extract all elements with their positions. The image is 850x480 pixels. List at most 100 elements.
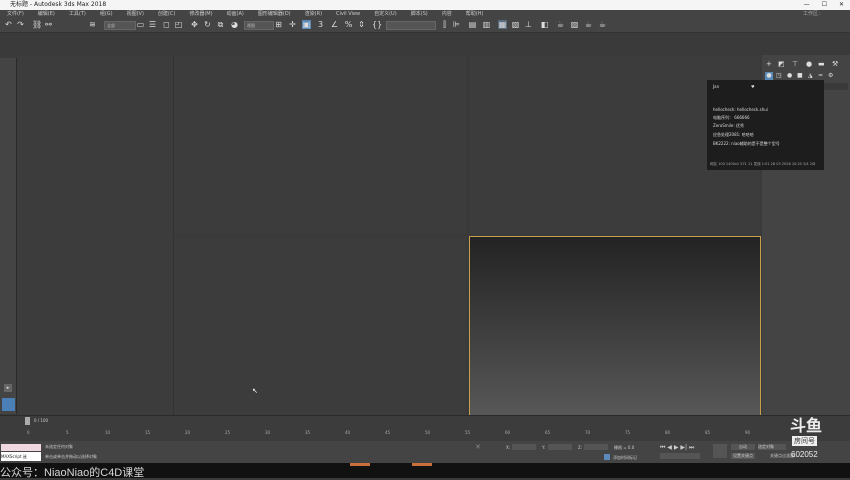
named-selection-dropdown[interactable] [386,21,436,30]
hierarchy-tab-icon[interactable]: ⊤ [792,60,798,68]
tick-label: 30 [265,430,271,435]
y-coord-field[interactable] [548,444,572,450]
create-tab-icon[interactable]: + [766,60,772,68]
douyu-logo: 斗鱼 房间号 [788,412,836,452]
scale-icon[interactable]: ⧉ [216,20,225,29]
spacewarps-icon[interactable]: ≈ [818,72,823,79]
current-frame-field[interactable] [660,453,700,459]
unlink-icon[interactable]: ⚯ [44,20,53,29]
motion-tab-icon[interactable]: ● [806,60,812,68]
layer-explorer-icon[interactable]: ▥ [482,20,491,29]
menu-modifiers[interactable]: 修改器(M) [182,10,219,18]
material-editor-icon[interactable]: ◧ [540,20,549,29]
mirror-icon[interactable]: ⫿ [440,20,449,29]
render-production-icon[interactable]: ☕ [584,20,593,29]
menu-create[interactable]: 创建(C) [151,10,182,18]
select-object-icon[interactable]: ▭ [136,20,145,29]
time-slider-handle[interactable] [25,417,30,425]
viewport-layout-icon[interactable] [2,398,15,411]
menu-graph-editors[interactable]: 图形编辑器(D) [251,10,298,18]
time-tag-icon[interactable] [604,454,610,460]
bind-spacewarp-icon[interactable]: ≋ [88,20,97,29]
menu-edit[interactable]: 编辑(E) [31,10,62,18]
angle-snap-icon[interactable]: ∠ [330,20,339,29]
menu-content[interactable]: 内容 [435,10,459,18]
z-coord-field[interactable] [584,444,608,450]
schematic-view-icon[interactable]: ⊥ [524,20,533,29]
minimize-button[interactable]: — [804,0,810,10]
frame-counter: 0 / 100 [34,418,49,423]
move-icon[interactable]: ✥ [190,20,199,29]
brand-name: 斗鱼 [790,418,823,435]
window-crossing-icon[interactable]: ◰ [174,20,183,29]
selected-dropdown[interactable]: 选定对象 [758,444,786,450]
maximize-button[interactable]: ☐ [822,0,827,10]
viewport-perspective[interactable] [469,236,761,416]
tick-label: 70 [585,430,591,435]
chat-line: BK2222: niao辅助的是不是整个型号 [713,141,780,146]
auto-key-button[interactable]: 自动 [731,444,755,450]
link-icon[interactable]: ⛓ [32,20,42,29]
snaps-toggle-icon[interactable]: 3 [316,20,325,29]
utilities-tab-icon[interactable]: ⚒ [832,60,838,68]
geometry-icon[interactable]: ● [765,72,773,80]
playback-controls[interactable]: ⏮ ◀ ▶ ▶| ⏭ [660,444,694,452]
rotate-icon[interactable]: ↻ [203,20,212,29]
curve-editor-icon[interactable]: ▧ [511,20,520,29]
viewport-top[interactable] [174,55,466,234]
menu-views[interactable]: 视图(V) [120,10,151,18]
place-icon[interactable]: ◕ [230,20,239,29]
pivot-icon[interactable]: ⊞ [274,20,283,29]
menu-file[interactable]: 文件(F) [0,10,31,18]
viewport-layout-bar: ▸ [0,58,17,414]
modify-tab-icon[interactable]: ◩ [778,60,785,68]
percent-snap-icon[interactable]: % [344,20,353,29]
named-selection-icon[interactable]: {} [372,20,382,29]
tick-label: 35 [305,430,311,435]
display-tab-icon[interactable]: ▬ [818,60,825,68]
menu-scripting[interactable]: 脚本(S) [404,10,435,18]
select-by-name-icon[interactable]: ☰ [148,20,157,29]
menu-group[interactable]: 组(G) [93,10,120,18]
menu-tools[interactable]: 工具(T) [62,10,93,18]
render-setup-icon[interactable]: ☕ [556,20,565,29]
rendered-frame-icon[interactable]: ▨ [570,20,579,29]
maxscript-listener[interactable] [1,444,41,451]
scene-explorer-icon[interactable]: ▤ [468,20,477,29]
redo-icon[interactable]: ↷ [16,20,25,29]
menu-help[interactable]: 帮助(H) [459,10,491,18]
rect-selection-icon[interactable]: ◻ [162,20,171,29]
viewport-left[interactable]: ↖ [174,237,466,415]
x-coord-field[interactable] [512,444,536,450]
close-button[interactable]: ✕ [839,0,844,10]
menu-civil-view[interactable]: Civil View [329,10,367,18]
cameras-icon[interactable]: ■ [797,72,803,79]
tick-label: 10 [105,430,111,435]
menu-animation[interactable]: 动画(A) [220,10,251,18]
align-icon[interactable]: ⊫ [452,20,461,29]
selection-filter-dropdown[interactable]: 全部 [104,21,136,30]
overlay-footer: 网友 100 1400x1 571 11 发烧 1:01 28 03 2026 … [710,162,816,166]
mouse-cursor-icon: ↖ [252,387,258,395]
add-time-tag[interactable]: 添加时间标记 [613,455,637,461]
set-key-icon[interactable] [713,444,727,458]
shapes-icon[interactable]: ◳ [776,72,782,79]
menu-customize[interactable]: 自定义(U) [367,10,404,18]
render-iterative-icon[interactable]: ☕ [598,20,607,29]
select-manipulate-icon[interactable]: ✛ [288,20,297,29]
undo-icon[interactable]: ↶ [4,20,13,29]
expand-arrow-icon[interactable]: ▸ [4,384,12,392]
ribbon-toggle-icon[interactable]: ▦ [498,20,507,29]
keyboard-shortcut-icon[interactable]: ▣ [302,20,311,29]
maxscript-input[interactable]: MAXScript 迷 [1,452,41,461]
reference-coord-dropdown[interactable]: 视图 [244,21,274,30]
tick-label: 25 [225,430,231,435]
isolate-icon[interactable]: ✕ [475,443,481,451]
menu-rendering[interactable]: 渲染(R) [298,10,329,18]
systems-icon[interactable]: ⚙ [828,72,833,79]
lights-icon[interactable]: ● [787,72,792,79]
helpers-icon[interactable]: ◮ [808,72,813,79]
spinner-snap-icon[interactable]: ⇕ [357,20,366,29]
time-ruler[interactable]: 0 5 10 15 20 25 30 35 40 45 50 55 60 65 … [25,426,765,440]
set-key-button[interactable]: 设置关键点 [731,453,755,459]
